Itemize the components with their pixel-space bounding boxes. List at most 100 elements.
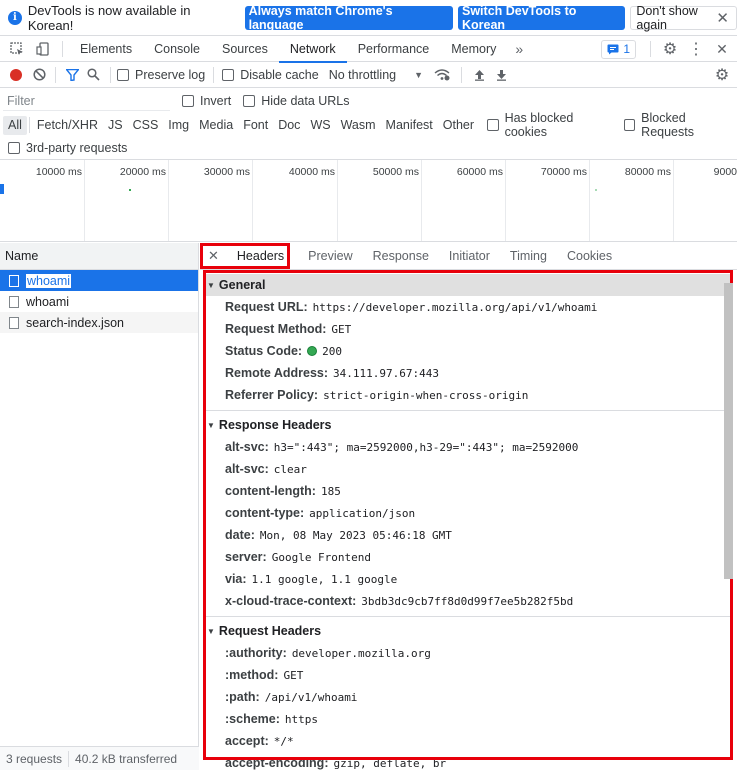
- request-row[interactable]: whoami: [0, 291, 198, 312]
- timeline-request-bar: [595, 189, 597, 191]
- type-doc[interactable]: Doc: [273, 116, 305, 135]
- info-icon: i: [8, 10, 22, 25]
- section-general[interactable]: ▼ General: [203, 274, 730, 296]
- type-ws[interactable]: WS: [305, 116, 335, 135]
- device-toolbar-icon[interactable]: [30, 36, 56, 62]
- disable-cache-checkbox[interactable]: Disable cache: [222, 68, 319, 82]
- header-key: :method:: [225, 668, 279, 682]
- network-conditions-icon[interactable]: [429, 62, 455, 88]
- tab-timing[interactable]: Timing: [500, 243, 557, 269]
- document-icon: [9, 316, 19, 329]
- tab-initiator[interactable]: Initiator: [439, 243, 500, 269]
- header-value: 1.1 google, 1.1 google: [251, 572, 398, 586]
- record-icon[interactable]: [10, 68, 22, 81]
- network-settings-gear-icon[interactable]: ⚙: [709, 62, 735, 88]
- settings-gear-icon[interactable]: ⚙: [657, 36, 683, 62]
- tab-response[interactable]: Response: [363, 243, 439, 269]
- header-key: :scheme:: [225, 712, 280, 726]
- header-value: strict-origin-when-cross-origin: [323, 388, 529, 402]
- timeline-label: 30000 ms: [203, 166, 250, 178]
- resource-type-filters: All Fetch/XHR JS CSS Img Media Font Doc …: [0, 111, 737, 139]
- type-media[interactable]: Media: [194, 116, 238, 135]
- export-har-icon[interactable]: [490, 62, 512, 88]
- close-icon[interactable]: ✕: [716, 9, 729, 27]
- divider: [110, 66, 111, 83]
- vertical-scrollbar[interactable]: [724, 283, 733, 579]
- type-other[interactable]: Other: [438, 116, 479, 135]
- header-key: Status Code:: [225, 344, 303, 358]
- header-key: server:: [225, 550, 267, 564]
- close-devtools-icon[interactable]: ✕: [709, 36, 735, 62]
- header-value: /api/v1/whoami: [264, 690, 358, 704]
- document-icon: [9, 295, 19, 308]
- preserve-log-checkbox[interactable]: Preserve log: [117, 68, 205, 82]
- filter-input[interactable]: Filter: [3, 91, 170, 111]
- blocked-requests-checkbox[interactable]: Blocked Requests: [623, 111, 737, 139]
- type-all[interactable]: All: [3, 115, 27, 135]
- tab-console[interactable]: Console: [143, 36, 211, 62]
- request-row[interactable]: search-index.json: [0, 312, 198, 333]
- blocked-cookies-checkbox[interactable]: Has blocked cookies: [487, 111, 614, 139]
- header-row: via: 1.1 google, 1.1 google: [203, 568, 730, 590]
- hide-data-urls-checkbox[interactable]: Hide data URLs: [243, 94, 350, 108]
- match-language-button[interactable]: Always match Chrome's language: [244, 4, 453, 32]
- header-key: alt-svc:: [225, 462, 269, 476]
- header-key: Referrer Policy:: [225, 388, 319, 402]
- panel-tabbar: Elements Console Sources Network Perform…: [0, 36, 737, 63]
- section-divider: [203, 410, 730, 411]
- header-key: Request Method:: [225, 322, 327, 336]
- type-font[interactable]: Font: [238, 116, 273, 135]
- tab-sources[interactable]: Sources: [211, 36, 279, 62]
- invert-checkbox[interactable]: Invert: [182, 94, 231, 108]
- type-img[interactable]: Img: [163, 116, 194, 135]
- section-request-headers[interactable]: ▼ Request Headers: [203, 620, 730, 642]
- timeline-gridline: [337, 160, 338, 241]
- issues-count: 1: [623, 42, 630, 56]
- throttling-select[interactable]: No throttling ▼: [329, 68, 423, 82]
- timeline-request-bar: [0, 184, 4, 194]
- type-js[interactable]: JS: [103, 116, 128, 135]
- dropdown-arrow-icon: ▼: [414, 69, 424, 80]
- header-row: :path: /api/v1/whoami: [203, 686, 730, 708]
- divider: [28, 117, 30, 133]
- header-value: application/json: [309, 506, 416, 520]
- timeline-label: 10000 ms: [35, 166, 82, 178]
- header-value: gzip, deflate, br: [333, 756, 447, 770]
- more-options-icon[interactable]: ⋮: [683, 36, 709, 62]
- issues-badge[interactable]: 1: [601, 39, 636, 59]
- type-fetch-xhr[interactable]: Fetch/XHR: [32, 116, 103, 135]
- blocked-requests-label: Blocked Requests: [641, 111, 694, 139]
- import-har-icon[interactable]: [468, 62, 490, 88]
- tab-performance[interactable]: Performance: [347, 36, 441, 62]
- name-column-header[interactable]: Name: [0, 243, 198, 270]
- tab-memory[interactable]: Memory: [440, 36, 507, 62]
- tab-preview[interactable]: Preview: [298, 243, 362, 269]
- status-ok-icon: [307, 346, 318, 356]
- header-row: alt-svc: clear: [203, 458, 730, 480]
- filter-icon[interactable]: [62, 62, 82, 88]
- tab-cookies[interactable]: Cookies: [557, 243, 622, 269]
- timeline-gridline: [84, 160, 85, 241]
- inspect-element-icon[interactable]: [4, 36, 30, 62]
- section-response-headers[interactable]: ▼ Response Headers: [203, 414, 730, 436]
- more-tabs-icon[interactable]: »: [507, 41, 531, 57]
- type-css[interactable]: CSS: [128, 116, 164, 135]
- type-wasm[interactable]: Wasm: [336, 116, 381, 135]
- request-row[interactable]: whoami: [0, 270, 198, 291]
- divider: [213, 66, 215, 83]
- third-party-checkbox[interactable]: 3rd-party requests: [8, 141, 127, 155]
- tab-network[interactable]: Network: [278, 36, 347, 63]
- switch-korean-button[interactable]: Switch DevTools to Korean: [458, 4, 626, 32]
- header-key: via:: [225, 572, 247, 586]
- header-key: :path:: [225, 690, 260, 704]
- hide-data-urls-label: Hide data URLs: [261, 94, 350, 108]
- expand-triangle-icon: ▼: [207, 626, 215, 636]
- clear-icon[interactable]: [29, 62, 49, 88]
- header-value: 185: [320, 484, 341, 498]
- header-row: Remote Address: 34.111.97.67:443: [203, 362, 730, 384]
- tab-elements[interactable]: Elements: [69, 36, 143, 62]
- preserve-log-label: Preserve log: [135, 67, 206, 82]
- timeline-overview[interactable]: 10000 ms 20000 ms 30000 ms 40000 ms 5000…: [0, 160, 737, 242]
- type-manifest[interactable]: Manifest: [381, 116, 438, 135]
- search-icon[interactable]: [82, 62, 104, 88]
